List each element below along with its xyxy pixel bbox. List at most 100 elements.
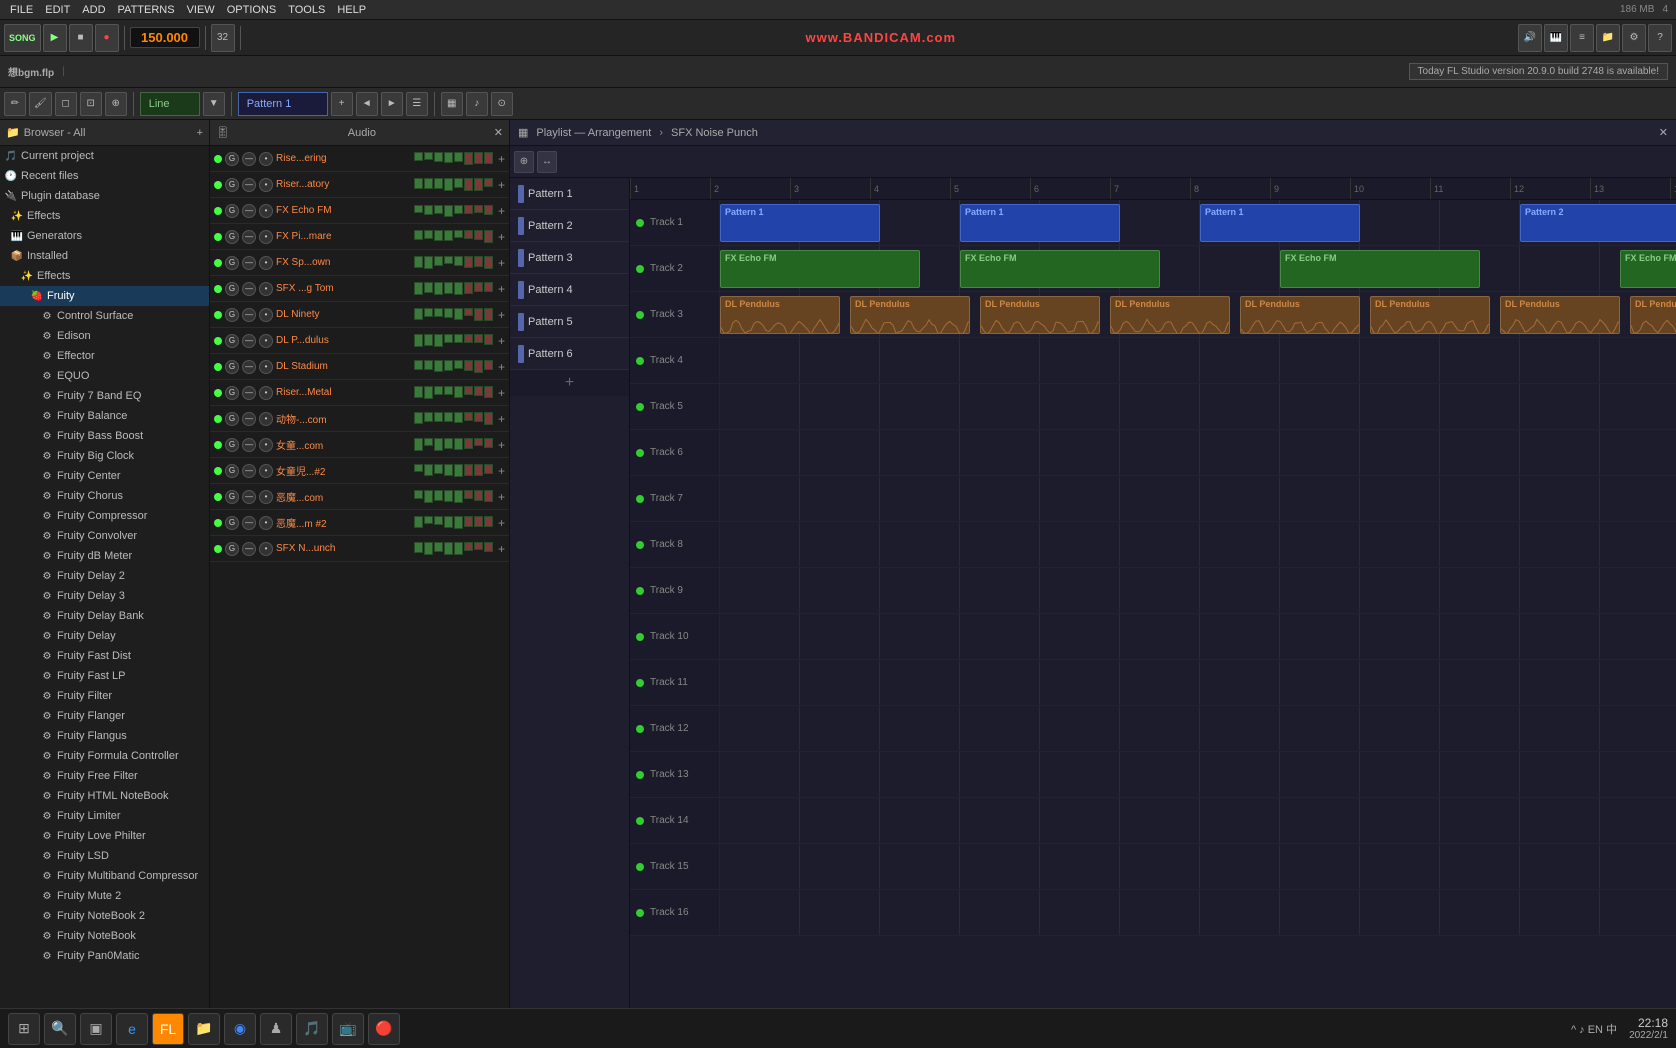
steam-task[interactable]: ♟ xyxy=(260,1013,292,1045)
mixer-solo-12[interactable]: — xyxy=(242,438,256,452)
piano-roll-button[interactable]: 🎹 xyxy=(1544,24,1568,52)
browser-item-fruity_delay_3[interactable]: ⚙Fruity Delay 3 xyxy=(0,586,209,606)
play-button[interactable]: ▶ xyxy=(43,24,67,52)
browser-item-fruity_bass_boost[interactable]: ⚙Fruity Bass Boost xyxy=(0,426,209,446)
menu-options[interactable]: OPTIONS xyxy=(221,0,283,19)
browser-item-fruity_lsd[interactable]: ⚙Fruity LSD xyxy=(0,846,209,866)
browser-item-fruity_mute_2[interactable]: ⚙Fruity Mute 2 xyxy=(0,886,209,906)
playlist-close[interactable]: ✕ xyxy=(1659,126,1668,139)
browser-item-fruity_fast_dist[interactable]: ⚙Fruity Fast Dist xyxy=(0,646,209,666)
browser-add[interactable]: + xyxy=(197,127,203,139)
mixer-add-3[interactable]: + xyxy=(498,204,505,218)
track-label-10[interactable]: Track 10 xyxy=(630,614,720,659)
pattern-selector[interactable]: Pattern 1 xyxy=(238,92,328,116)
browser-item-fruity_multiband_compressor[interactable]: ⚙Fruity Multiband Compressor xyxy=(0,866,209,886)
stop-button[interactable]: ■ xyxy=(69,24,93,52)
menu-view[interactable]: VIEW xyxy=(181,0,221,19)
mixer-add-1[interactable]: + xyxy=(498,152,505,166)
update-notice[interactable]: Today FL Studio version 20.9.0 build 274… xyxy=(1409,63,1668,80)
mixer-solo-8[interactable]: — xyxy=(242,334,256,348)
track-content-8[interactable] xyxy=(720,522,1676,567)
playlist-button[interactable]: ≡ xyxy=(1570,24,1594,52)
mixer-add-13[interactable]: + xyxy=(498,464,505,478)
mixer-rec-5[interactable]: • xyxy=(259,256,273,270)
browser-item-equo[interactable]: ⚙EQUO xyxy=(0,366,209,386)
mixer-rec-1[interactable]: • xyxy=(259,152,273,166)
mixer-solo-15[interactable]: — xyxy=(242,516,256,530)
browser-item-fruity_filter[interactable]: ⚙Fruity Filter xyxy=(0,686,209,706)
track-label-2[interactable]: Track 2 xyxy=(630,246,720,291)
track-label-13[interactable]: Track 13 xyxy=(630,752,720,797)
mixer-mute-14[interactable]: G xyxy=(225,490,239,504)
edge-browser[interactable]: e xyxy=(116,1013,148,1045)
browser-item-fruity_center[interactable]: ⚙Fruity Center xyxy=(0,466,209,486)
track-content-15[interactable] xyxy=(720,844,1676,889)
mixer-solo-16[interactable]: — xyxy=(242,542,256,556)
app5[interactable]: 🎵 xyxy=(296,1013,328,1045)
mixer-solo-5[interactable]: — xyxy=(242,256,256,270)
track-label-3[interactable]: Track 3 xyxy=(630,292,720,337)
record-button[interactable]: ● xyxy=(95,24,119,52)
line-dropdown[interactable]: ▼ xyxy=(203,92,225,116)
pattern-list-footer[interactable]: + xyxy=(510,370,629,396)
pattern-next[interactable]: ► xyxy=(381,92,403,116)
chrome-task[interactable]: ◉ xyxy=(224,1013,256,1045)
mixer-add-16[interactable]: + xyxy=(498,542,505,556)
pattern-item-2[interactable]: Pattern 2 xyxy=(510,210,629,242)
mixer-mute-3[interactable]: G xyxy=(225,204,239,218)
browser-item-fruity_pan0matic[interactable]: ⚙Fruity Pan0Matic xyxy=(0,946,209,966)
browser-item-effects2[interactable]: ✨Effects xyxy=(0,266,209,286)
mixer-mute-16[interactable]: G xyxy=(225,542,239,556)
mixer-add-8[interactable]: + xyxy=(498,334,505,348)
mixer-rec-15[interactable]: • xyxy=(259,516,273,530)
mixer-solo-3[interactable]: — xyxy=(242,204,256,218)
app6[interactable]: 📺 xyxy=(332,1013,364,1045)
mixer-add-5[interactable]: + xyxy=(498,256,505,270)
mixer-mute-13[interactable]: G xyxy=(225,464,239,478)
mixer-add-11[interactable]: + xyxy=(498,412,505,426)
browser-item-fruity_love_philter[interactable]: ⚙Fruity Love Philter xyxy=(0,826,209,846)
browser-item-fruity_fast_lp[interactable]: ⚙Fruity Fast LP xyxy=(0,666,209,686)
mixer-track-7[interactable]: G — • DL Ninety + xyxy=(210,302,509,328)
mixer-rec-9[interactable]: • xyxy=(259,360,273,374)
mixer-track-3[interactable]: G — • FX Echo FM + xyxy=(210,198,509,224)
mixer-rec-6[interactable]: • xyxy=(259,282,273,296)
mixer-solo-14[interactable]: — xyxy=(242,490,256,504)
track-label-1[interactable]: Track 1 xyxy=(630,200,720,245)
record-pat[interactable]: ⊙ xyxy=(491,92,513,116)
browser-item-effector[interactable]: ⚙Effector xyxy=(0,346,209,366)
browser-item-fruity_delay_2[interactable]: ⚙Fruity Delay 2 xyxy=(0,566,209,586)
browser-item-fruity_db_meter[interactable]: ⚙Fruity dB Meter xyxy=(0,546,209,566)
file-explorer[interactable]: 📁 xyxy=(188,1013,220,1045)
mixer-mute-15[interactable]: G xyxy=(225,516,239,530)
mixer-mute-10[interactable]: G xyxy=(225,386,239,400)
browser-item-current_project[interactable]: 🎵Current project xyxy=(0,146,209,166)
song-mode-button[interactable]: SONG xyxy=(4,24,41,52)
mixer-mute-9[interactable]: G xyxy=(225,360,239,374)
line-selector[interactable]: Line xyxy=(140,92,200,116)
track-block-3-7[interactable]: DL Pendulus xyxy=(1630,296,1676,334)
pattern-menu[interactable]: ☰ xyxy=(406,92,428,116)
pattern-item-1[interactable]: Pattern 1 xyxy=(510,178,629,210)
settings-button[interactable]: ⚙ xyxy=(1622,24,1646,52)
pl-zoom-cross[interactable]: ⊕ xyxy=(514,151,534,173)
select-tool[interactable]: ⊡ xyxy=(80,92,102,116)
menu-edit[interactable]: EDIT xyxy=(39,0,76,19)
browser-item-fruity_chorus[interactable]: ⚙Fruity Chorus xyxy=(0,486,209,506)
browser-item-edison[interactable]: ⚙Edison xyxy=(0,326,209,346)
browser-item-fruity_notebook[interactable]: ⚙Fruity NoteBook xyxy=(0,926,209,946)
mixer-add-10[interactable]: + xyxy=(498,386,505,400)
mixer-add-4[interactable]: + xyxy=(498,230,505,244)
mixer-add-14[interactable]: + xyxy=(498,490,505,504)
pl-stretch[interactable]: ↔ xyxy=(537,151,557,173)
track-content-5[interactable] xyxy=(720,384,1676,429)
browser-item-fruity_7_band_eq[interactable]: ⚙Fruity 7 Band EQ xyxy=(0,386,209,406)
help-btn[interactable]: ? xyxy=(1648,24,1672,52)
track-label-5[interactable]: Track 5 xyxy=(630,384,720,429)
mixer-add-2[interactable]: + xyxy=(498,178,505,192)
mixer-track-2[interactable]: G — • Riser...atory + xyxy=(210,172,509,198)
mixer-mute-7[interactable]: G xyxy=(225,308,239,322)
mixer-rec-7[interactable]: • xyxy=(259,308,273,322)
track-block-2-0[interactable]: FX Echo FM xyxy=(720,250,920,288)
track-content-1[interactable]: Pattern 1Pattern 1Pattern 1Pattern 2Patt… xyxy=(720,200,1676,245)
